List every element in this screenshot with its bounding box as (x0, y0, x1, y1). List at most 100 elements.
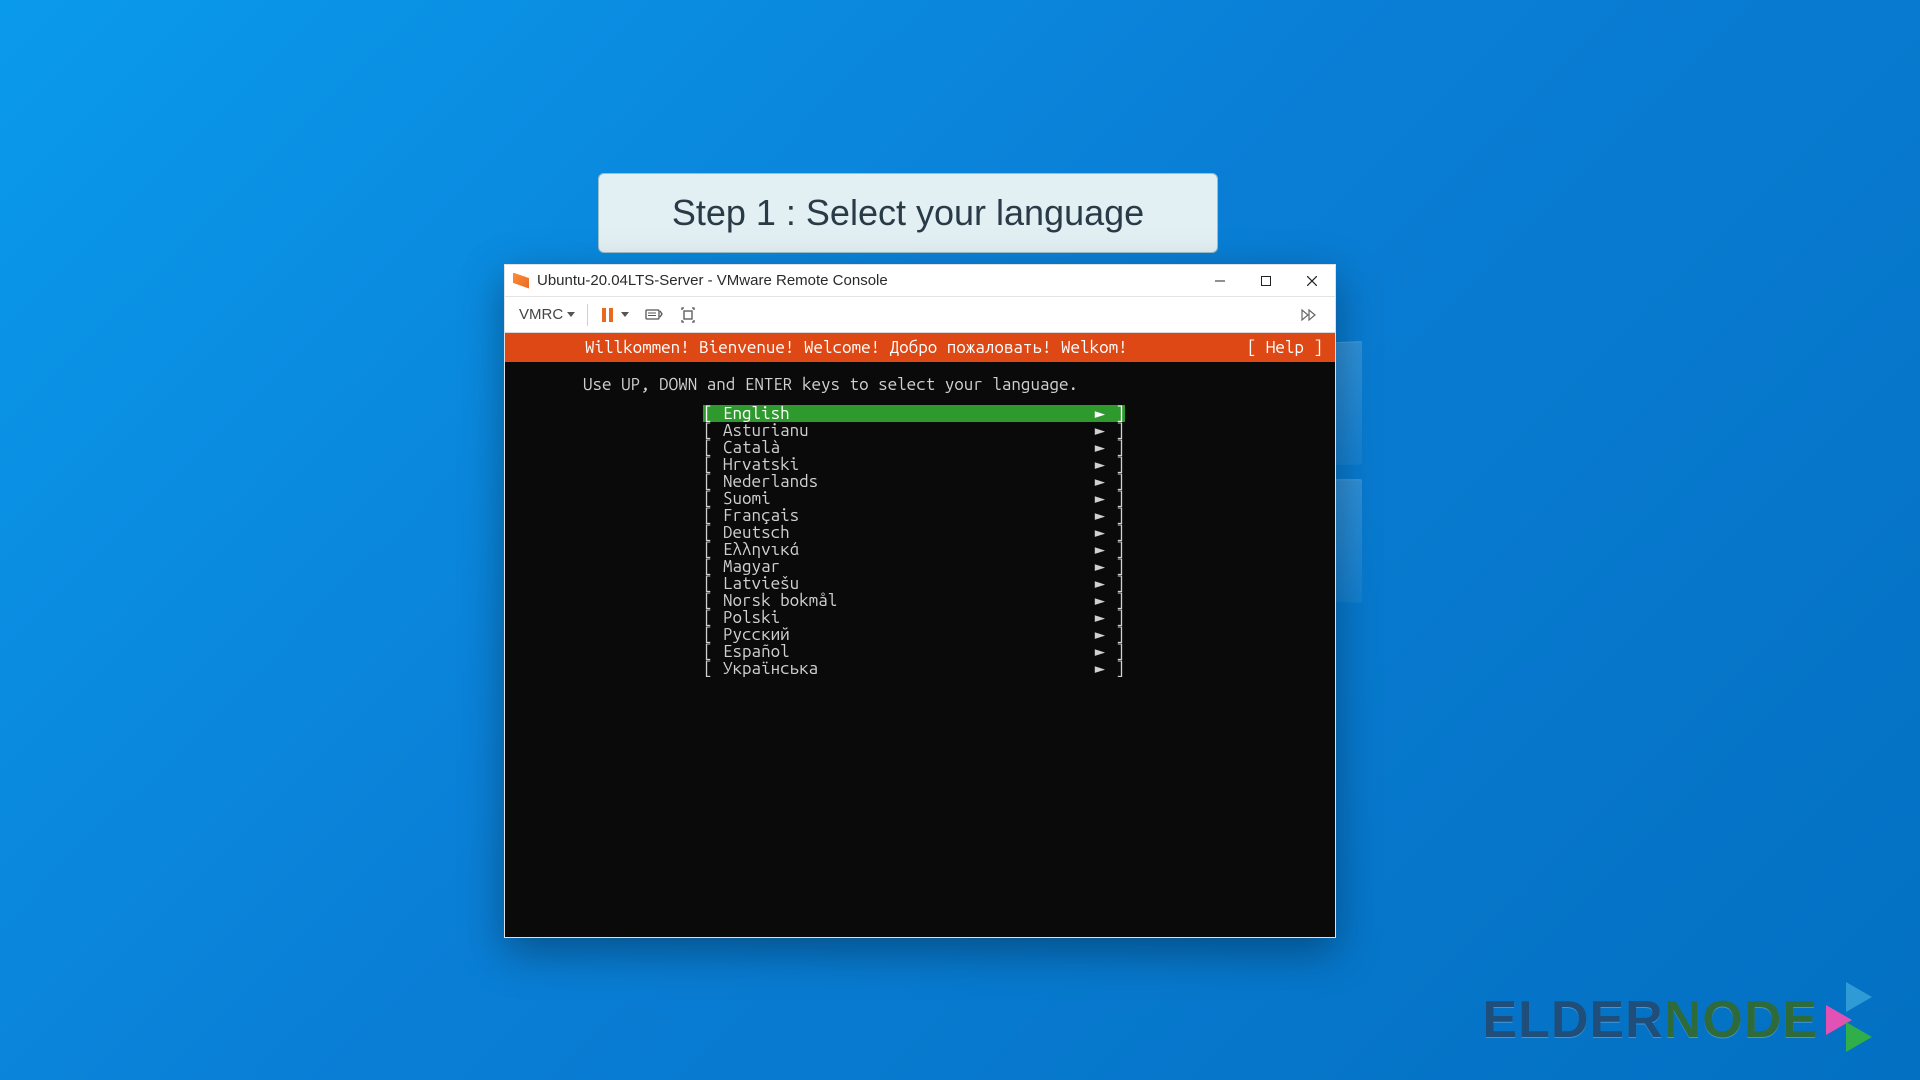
bracket-right: ] (1105, 456, 1125, 473)
minimize-button[interactable] (1197, 265, 1243, 296)
bracket-right: ] (1105, 541, 1125, 558)
language-name: Français (723, 507, 1093, 524)
arrow-right-icon: ► (1093, 439, 1105, 456)
send-cad-icon (645, 307, 663, 323)
vmrc-label: VMRC (519, 306, 563, 323)
bracket-right: ] (1105, 473, 1125, 490)
arrow-right-icon: ► (1093, 575, 1105, 592)
bracket-left: [ (703, 524, 723, 541)
bracket-right: ] (1105, 592, 1125, 609)
bracket-left: [ (703, 575, 723, 592)
bracket-left: [ (703, 626, 723, 643)
welcome-text: Willkommen! Bienvenue! Welcome! Добро по… (585, 339, 1128, 356)
language-name: Ελληνικά (723, 541, 1093, 558)
bracket-right: ] (1105, 609, 1125, 626)
language-name: Hrvatski (723, 456, 1093, 473)
chevron-down-icon (621, 312, 629, 317)
vmware-remote-console-window: Ubuntu-20.04LTS-Server - VMware Remote C… (504, 264, 1336, 938)
language-name: Русский (723, 626, 1093, 643)
language-option[interactable]: [ Magyar► ] (703, 558, 1125, 575)
bracket-left: [ (703, 558, 723, 575)
fullscreen-icon (679, 307, 697, 323)
bracket-left: [ (703, 609, 723, 626)
arrow-right-icon: ► (1093, 422, 1105, 439)
language-name: Українська (723, 660, 1093, 677)
instruction-text: Use UP, DOWN and ENTER keys to select yo… (505, 362, 1335, 405)
language-option[interactable]: [ Polski► ] (703, 609, 1125, 626)
vmrc-menu[interactable]: VMRC (515, 304, 579, 325)
arrow-right-icon: ► (1093, 473, 1105, 490)
language-name: Polski (723, 609, 1093, 626)
language-option[interactable]: [ Norsk bokmål► ] (703, 592, 1125, 609)
bracket-left: [ (703, 422, 723, 439)
bracket-left: [ (703, 643, 723, 660)
arrow-right-icon: ► (1093, 592, 1105, 609)
arrow-right-icon: ► (1093, 626, 1105, 643)
arrow-right-icon: ► (1093, 405, 1105, 422)
language-option[interactable]: [ Nederlands► ] (703, 473, 1125, 490)
bracket-left: [ (703, 439, 723, 456)
language-name: English (723, 405, 1093, 422)
bracket-right: ] (1105, 422, 1125, 439)
language-option[interactable]: [ Latviešu► ] (703, 575, 1125, 592)
arrow-right-icon: ► (1093, 456, 1105, 473)
language-option[interactable]: [ Asturianu► ] (703, 422, 1125, 439)
language-option[interactable]: [ Suomi► ] (703, 490, 1125, 507)
language-name: Deutsch (723, 524, 1093, 541)
arrow-right-icon: ► (1093, 660, 1105, 677)
options-button[interactable] (1295, 304, 1325, 326)
language-option[interactable]: [ English► ] (703, 405, 1125, 422)
bracket-right: ] (1105, 439, 1125, 456)
fastforward-icon (1301, 308, 1319, 322)
arrow-right-icon: ► (1093, 507, 1105, 524)
app-icon (513, 273, 529, 289)
titlebar[interactable]: Ubuntu-20.04LTS-Server - VMware Remote C… (505, 265, 1335, 297)
arrow-right-icon: ► (1093, 558, 1105, 575)
bracket-right: ] (1105, 558, 1125, 575)
help-button[interactable]: [ Help ] (1247, 339, 1323, 356)
language-option[interactable]: [ Ελληνικά► ] (703, 541, 1125, 558)
bracket-left: [ (703, 541, 723, 558)
language-name: Asturianu (723, 422, 1093, 439)
fullscreen-button[interactable] (673, 303, 703, 327)
step-banner: Step 1 : Select your language (598, 173, 1218, 253)
language-list[interactable]: [ English► ][ Asturianu► ][ Català► ][ H… (505, 405, 1335, 677)
watermark-part2: NODE (1664, 990, 1818, 1050)
window-controls (1197, 265, 1335, 296)
toolbar: VMRC (505, 297, 1335, 333)
language-name: Magyar (723, 558, 1093, 575)
bracket-left: [ (703, 456, 723, 473)
language-option[interactable]: [ Français► ] (703, 507, 1125, 524)
language-option[interactable]: [ Español► ] (703, 643, 1125, 660)
language-name: Norsk bokmål (723, 592, 1093, 609)
window-title: Ubuntu-20.04LTS-Server - VMware Remote C… (537, 272, 1197, 289)
arrow-right-icon: ► (1093, 643, 1105, 660)
language-option[interactable]: [ Українська► ] (703, 660, 1125, 677)
language-option[interactable]: [ Hrvatski► ] (703, 456, 1125, 473)
language-name: Nederlands (723, 473, 1093, 490)
bracket-left: [ (703, 660, 723, 677)
bracket-left: [ (703, 473, 723, 490)
language-option[interactable]: [ Deutsch► ] (703, 524, 1125, 541)
pause-button[interactable] (596, 304, 635, 326)
bracket-right: ] (1105, 643, 1125, 660)
bracket-right: ] (1105, 524, 1125, 541)
bracket-right: ] (1105, 575, 1125, 592)
toolbar-separator (587, 304, 588, 326)
watermark-part1: ELDER (1483, 990, 1664, 1050)
installer-header: Willkommen! Bienvenue! Welcome! Добро по… (505, 333, 1335, 362)
bracket-left: [ (703, 405, 723, 422)
maximize-button[interactable] (1243, 265, 1289, 296)
arrow-right-icon: ► (1093, 490, 1105, 507)
bracket-left: [ (703, 490, 723, 507)
eldernode-watermark: ELDERNODE (1483, 988, 1873, 1052)
language-option[interactable]: [ Català► ] (703, 439, 1125, 456)
arrow-right-icon: ► (1093, 541, 1105, 558)
bracket-right: ] (1105, 660, 1125, 677)
watermark-icon (1826, 988, 1872, 1052)
send-ctrl-alt-del-button[interactable] (639, 303, 669, 327)
language-name: Latviešu (723, 575, 1093, 592)
close-button[interactable] (1289, 265, 1335, 296)
language-option[interactable]: [ Русский► ] (703, 626, 1125, 643)
vm-console[interactable]: Willkommen! Bienvenue! Welcome! Добро по… (505, 333, 1335, 937)
